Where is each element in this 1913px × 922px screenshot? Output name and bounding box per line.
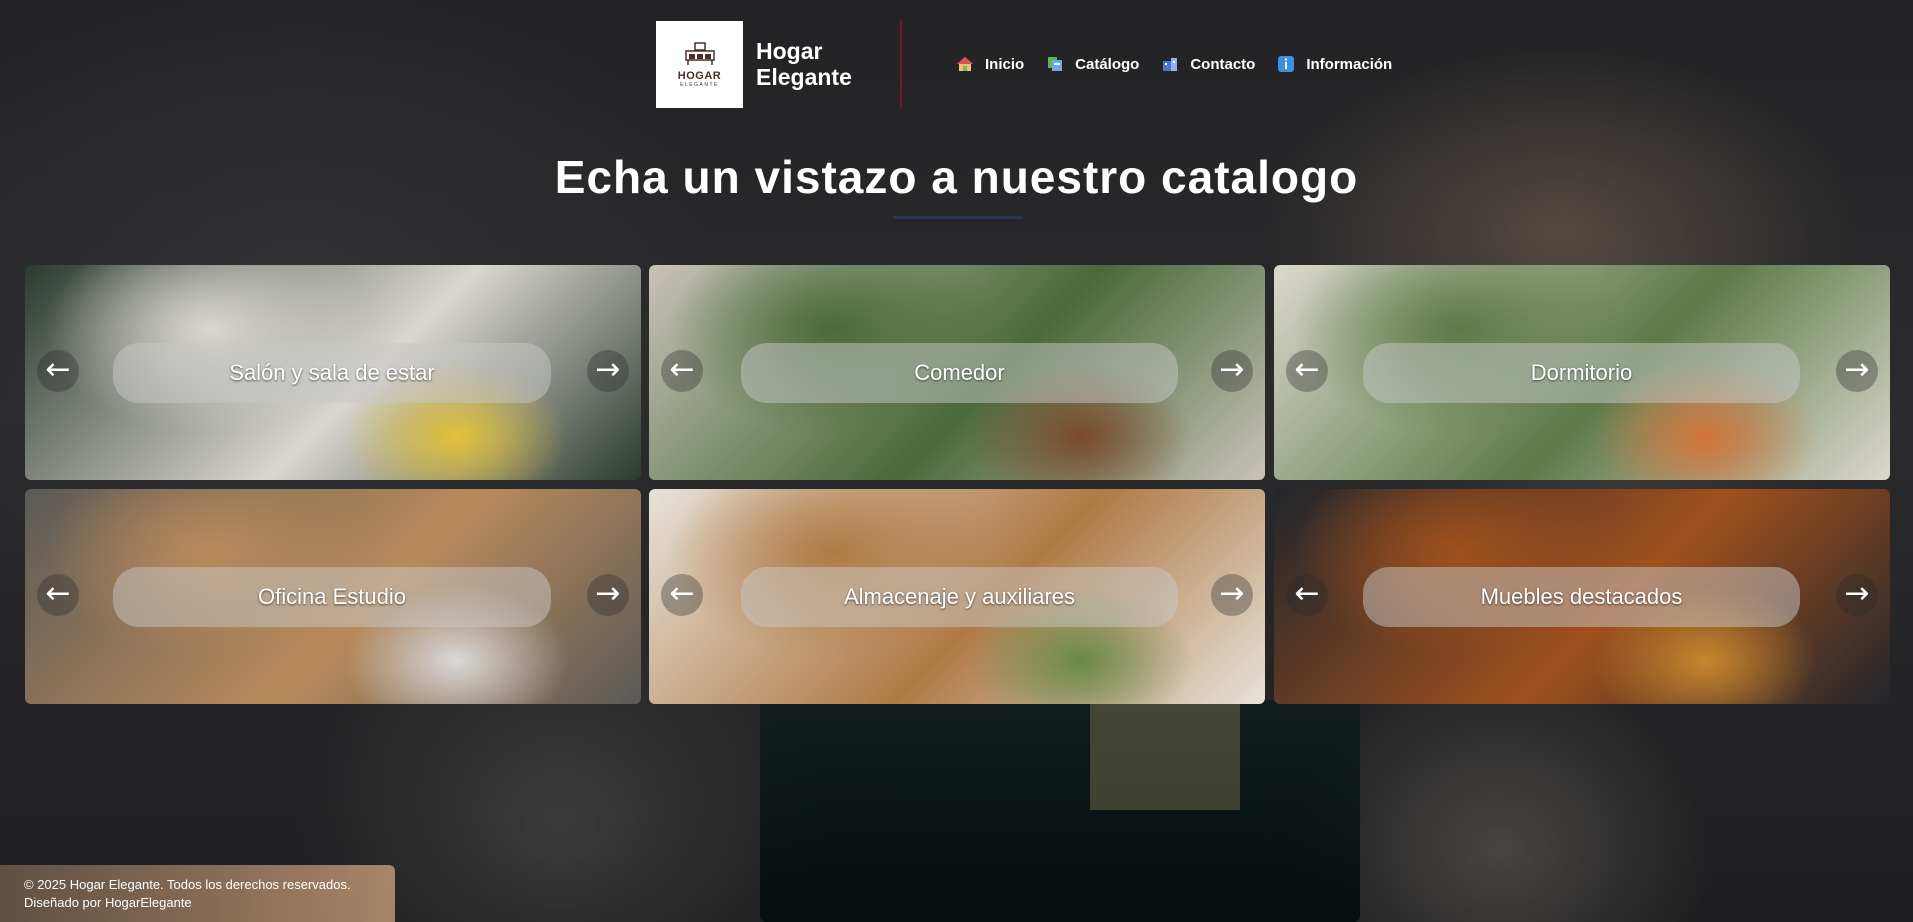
category-label: Oficina Estudio bbox=[113, 567, 551, 627]
category-label: Comedor bbox=[741, 343, 1178, 403]
category-card-oficina[interactable]: Oficina Estudio ← → bbox=[25, 489, 641, 704]
category-card-comedor[interactable]: Comedor ← → bbox=[649, 265, 1265, 480]
nav-label: Catálogo bbox=[1075, 55, 1140, 73]
arrow-right-icon[interactable]: → bbox=[1836, 350, 1878, 392]
title-underline bbox=[893, 216, 1023, 219]
arrow-right-icon[interactable]: → bbox=[1211, 350, 1253, 392]
nav-item-inicio[interactable]: Inicio bbox=[956, 55, 1024, 73]
brand-name-line1: Hogar bbox=[756, 38, 823, 64]
category-card-dormitorio[interactable]: Dormitorio ← → bbox=[1274, 265, 1890, 480]
house-icon bbox=[957, 57, 973, 71]
nav-label: Contacto bbox=[1190, 55, 1256, 73]
contact-icon bbox=[1163, 58, 1178, 71]
category-label: Almacenaje y auxiliares bbox=[741, 567, 1178, 627]
logo-text: HOGAR bbox=[677, 69, 722, 82]
background-window bbox=[1090, 700, 1240, 810]
arrow-left-icon[interactable]: ← bbox=[37, 350, 79, 392]
arrow-right-icon[interactable]: → bbox=[1836, 574, 1878, 616]
category-label: Salón y sala de estar bbox=[113, 343, 551, 403]
info-icon bbox=[1278, 56, 1295, 72]
arrow-left-icon[interactable]: ← bbox=[1286, 574, 1328, 616]
nav-item-informacion[interactable]: Información bbox=[1277, 55, 1392, 73]
brand-name-line2: Elegante bbox=[756, 64, 852, 90]
arrow-right-icon[interactable]: → bbox=[587, 574, 629, 616]
category-card-destacados[interactable]: Muebles destacados ← → bbox=[1274, 489, 1890, 704]
arrow-right-icon[interactable]: → bbox=[1211, 574, 1253, 616]
logo-subtext: ELEGANTE bbox=[680, 81, 719, 88]
header-divider bbox=[900, 20, 902, 108]
brand-name[interactable]: Hogar Elegante bbox=[756, 38, 894, 90]
nav-label: Información bbox=[1306, 55, 1393, 73]
main-nav: Inicio Catálogo Contacto Información bbox=[956, 55, 1414, 73]
nav-label: Inicio bbox=[985, 55, 1025, 73]
catalog-icon bbox=[1048, 57, 1063, 71]
site-header: HOGAR ELEGANTE Hogar Elegante Inicio Cat… bbox=[656, 20, 1414, 108]
footer-credit: Diseñado por HogarElegante bbox=[24, 895, 192, 910]
arrow-left-icon[interactable]: ← bbox=[1286, 350, 1328, 392]
furniture-logo-icon bbox=[684, 41, 715, 65]
category-card-salon[interactable]: Salón y sala de estar ← → bbox=[25, 265, 641, 480]
logo[interactable]: HOGAR ELEGANTE bbox=[656, 20, 743, 108]
page-title: Echa un vistazo a nuestro catalogo bbox=[554, 151, 1359, 203]
arrow-left-icon[interactable]: ← bbox=[661, 350, 703, 392]
background-door bbox=[760, 700, 1360, 922]
arrow-right-icon[interactable]: → bbox=[587, 350, 629, 392]
category-card-almacenaje[interactable]: Almacenaje y auxiliares ← → bbox=[649, 489, 1265, 704]
nav-item-contacto[interactable]: Contacto bbox=[1161, 55, 1255, 73]
site-footer: © 2025 Hogar Elegante. Todos los derecho… bbox=[0, 865, 395, 922]
category-label: Muebles destacados bbox=[1363, 567, 1800, 627]
footer-copyright: © 2025 Hogar Elegante. Todos los derecho… bbox=[24, 877, 351, 892]
arrow-left-icon[interactable]: ← bbox=[661, 574, 703, 616]
category-label: Dormitorio bbox=[1363, 343, 1800, 403]
nav-item-catalogo[interactable]: Catálogo bbox=[1046, 55, 1139, 73]
arrow-left-icon[interactable]: ← bbox=[37, 574, 79, 616]
